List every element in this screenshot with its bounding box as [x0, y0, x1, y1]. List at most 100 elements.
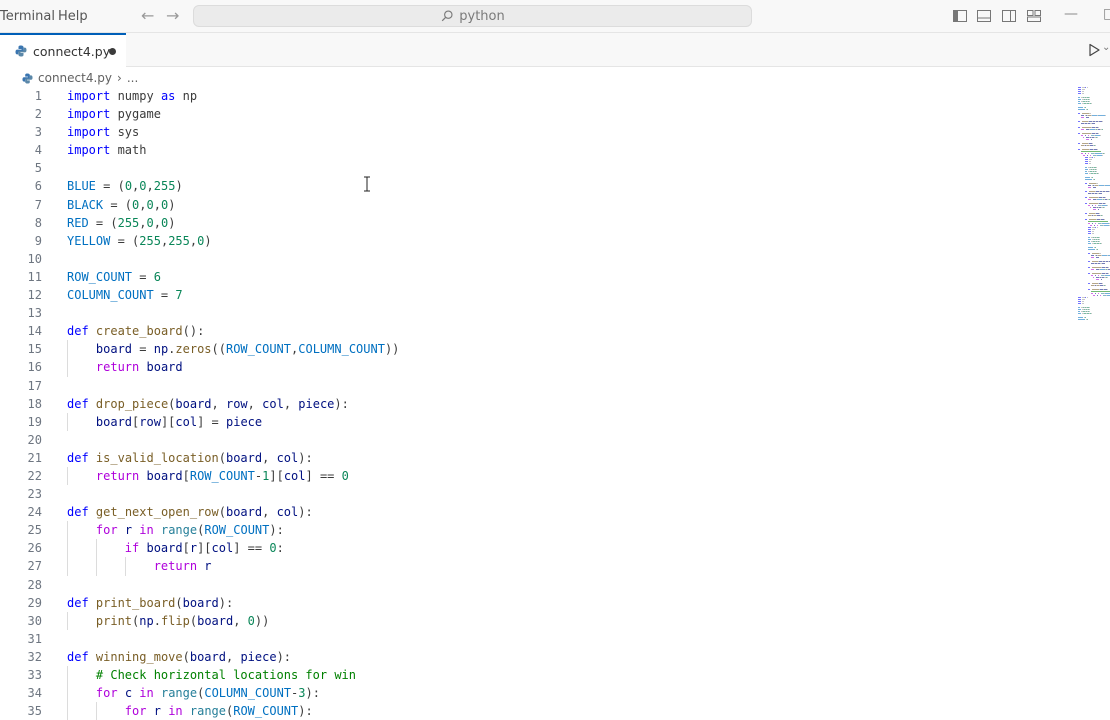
code-line[interactable]: 24 def get_next_open_row(board, col):: [0, 503, 1070, 521]
code-line[interactable]: 33 # Check horizontal locations for win: [0, 666, 1070, 685]
minimap-stroke: [1091, 139, 1092, 140]
code-line[interactable]: 32 def winning_move(board, piece):: [0, 648, 1070, 666]
minimap-stroke: [1089, 97, 1090, 98]
code-line[interactable]: 1 import numpy as np: [0, 87, 1070, 105]
minimap-stroke: [1085, 171, 1087, 172]
command-center-label: python: [459, 8, 505, 24]
code-line[interactable]: 5: [0, 159, 1070, 177]
arrow-left-icon[interactable]: ←: [141, 6, 154, 25]
minimap-stroke: [1097, 249, 1098, 250]
minimap-stroke: [1089, 183, 1096, 184]
command-center-search[interactable]: python: [193, 5, 752, 27]
minimap-stroke: [1078, 99, 1081, 100]
minimap-stroke: [1078, 311, 1080, 312]
toggle-secondary-sidebar-icon[interactable]: [1002, 9, 1016, 23]
minimap-stroke: [1085, 213, 1087, 214]
code-line[interactable]: 13: [0, 304, 1070, 322]
line-number: 17: [27, 378, 42, 393]
arrow-right-icon[interactable]: →: [166, 6, 179, 25]
indent-guide: [67, 358, 68, 377]
breadcrumb-file[interactable]: connect4.py: [38, 71, 112, 85]
customize-layout-icon[interactable]: [1027, 9, 1041, 23]
minimap-stroke: [1088, 289, 1090, 290]
run-python-file-icon[interactable]: [1087, 43, 1101, 57]
menu-terminal[interactable]: Terminal: [0, 9, 55, 24]
minimap-stroke: [1088, 247, 1093, 248]
code-line[interactable]: 27 return r: [0, 557, 1070, 576]
minimap-stroke: [1085, 167, 1087, 168]
code-line[interactable]: 34 for c in range(COLUMN_COUNT-3):: [0, 684, 1070, 703]
tab-label: connect4.py: [33, 44, 111, 59]
code-line[interactable]: 30 print(np.flip(board, 0)): [0, 611, 1070, 630]
code-line[interactable]: 4 import math: [0, 141, 1070, 159]
minimap[interactable]: [1074, 87, 1110, 327]
code-line[interactable]: 19 board[row][col] = piece: [0, 412, 1070, 431]
code-text: def create_board():: [67, 324, 205, 339]
line-number: 22: [27, 468, 42, 483]
code-line[interactable]: 11 ROW_COUNT = 6: [0, 268, 1070, 286]
minimap-stroke: [1088, 229, 1091, 230]
line-number: 19: [27, 414, 42, 429]
code-line[interactable]: 2 import pygame: [0, 105, 1070, 123]
code-line[interactable]: 3 import sys: [0, 123, 1070, 141]
line-number: 16: [27, 360, 42, 375]
code-text: for r in range(ROW_COUNT):: [124, 704, 313, 719]
code-text: BLUE = (0,0,255): [67, 179, 183, 194]
code-line[interactable]: 21 def is_valid_location(board, col):: [0, 449, 1070, 467]
chevron-down-icon[interactable]: ⌄: [1102, 42, 1110, 53]
minimap-stroke: [1078, 97, 1080, 98]
unsaved-changes-dot[interactable]: [109, 48, 116, 55]
indent-guide: [95, 557, 97, 576]
minimap-stroke: [1104, 153, 1105, 154]
code-line[interactable]: 12 COLUMN_COUNT = 7: [0, 286, 1070, 304]
toggle-panel-icon[interactable]: [977, 9, 991, 23]
minimap-stroke: [1091, 291, 1110, 292]
menu-help[interactable]: Help: [58, 9, 88, 24]
minimap-stroke: [1085, 191, 1087, 192]
code-editor[interactable]: 1 import numpy as np 2 import pygame 3 import…: [0, 87, 1070, 720]
minimap-stroke: [1087, 109, 1088, 110]
minimap-stroke: [1099, 241, 1100, 242]
code-line[interactable]: 35 for r in range(ROW_COUNT):: [0, 702, 1070, 720]
minimap-stroke: [1097, 149, 1098, 150]
minimap-stroke: [1085, 87, 1086, 88]
minimap-stroke: [1105, 115, 1106, 116]
code-line[interactable]: 26 if board[r][col] == 0:: [0, 539, 1070, 558]
line-number: 31: [27, 631, 42, 646]
code-line[interactable]: 28: [0, 576, 1070, 594]
code-line[interactable]: 14 def create_board():: [0, 322, 1070, 340]
minimap-stroke: [1089, 113, 1091, 114]
code-line[interactable]: 17: [0, 377, 1070, 395]
code-line[interactable]: 9 YELLOW = (255,255,0): [0, 232, 1070, 250]
code-line[interactable]: 7 BLACK = (0,0,0): [0, 196, 1070, 214]
code-line[interactable]: 29 def print_board(board):: [0, 594, 1070, 612]
code-text: def is_valid_location(board, col):: [67, 450, 313, 465]
indent-guide: [67, 557, 68, 576]
minimap-stroke: [1093, 209, 1096, 210]
minimap-stroke: [1078, 113, 1080, 114]
code-line[interactable]: 10: [0, 250, 1070, 268]
code-line[interactable]: 15 board = np.zeros((ROW_COUNT,COLUMN_CO…: [0, 340, 1070, 359]
code-line[interactable]: 20: [0, 431, 1070, 449]
minimap-stroke: [1092, 177, 1093, 178]
code-line[interactable]: 22 return board[ROW_COUNT-1][col] == 0: [0, 466, 1070, 486]
minimap-stroke: [1089, 99, 1090, 100]
minimap-stroke: [1092, 205, 1093, 206]
code-line[interactable]: 18 def drop_piece(board, row, col, piece)…: [0, 395, 1070, 413]
restore-icon[interactable]: □: [1103, 6, 1110, 22]
code-line[interactable]: 6 BLUE = (0,0,255): [0, 177, 1070, 195]
breadcrumb-more[interactable]: ...: [127, 71, 138, 85]
code-line[interactable]: 16 return board: [0, 358, 1070, 377]
tab-connect4-py[interactable]: connect4.py: [0, 33, 126, 67]
minimize-icon[interactable]: —: [1064, 6, 1078, 22]
line-number: 14: [27, 324, 42, 339]
minimap-stroke: [1094, 179, 1095, 180]
editor-tab-bar: connect4.py ⌄: [0, 33, 1110, 67]
minimap-stroke: [1108, 267, 1109, 268]
toggle-primary-sidebar-icon[interactable]: [953, 9, 967, 23]
code-line[interactable]: 23: [0, 485, 1070, 503]
code-line[interactable]: 25 for r in range(ROW_COUNT):: [0, 521, 1070, 540]
code-line[interactable]: 31: [0, 630, 1070, 648]
code-line[interactable]: 8 RED = (255,0,0): [0, 214, 1070, 232]
minimap-stroke: [1085, 135, 1086, 136]
